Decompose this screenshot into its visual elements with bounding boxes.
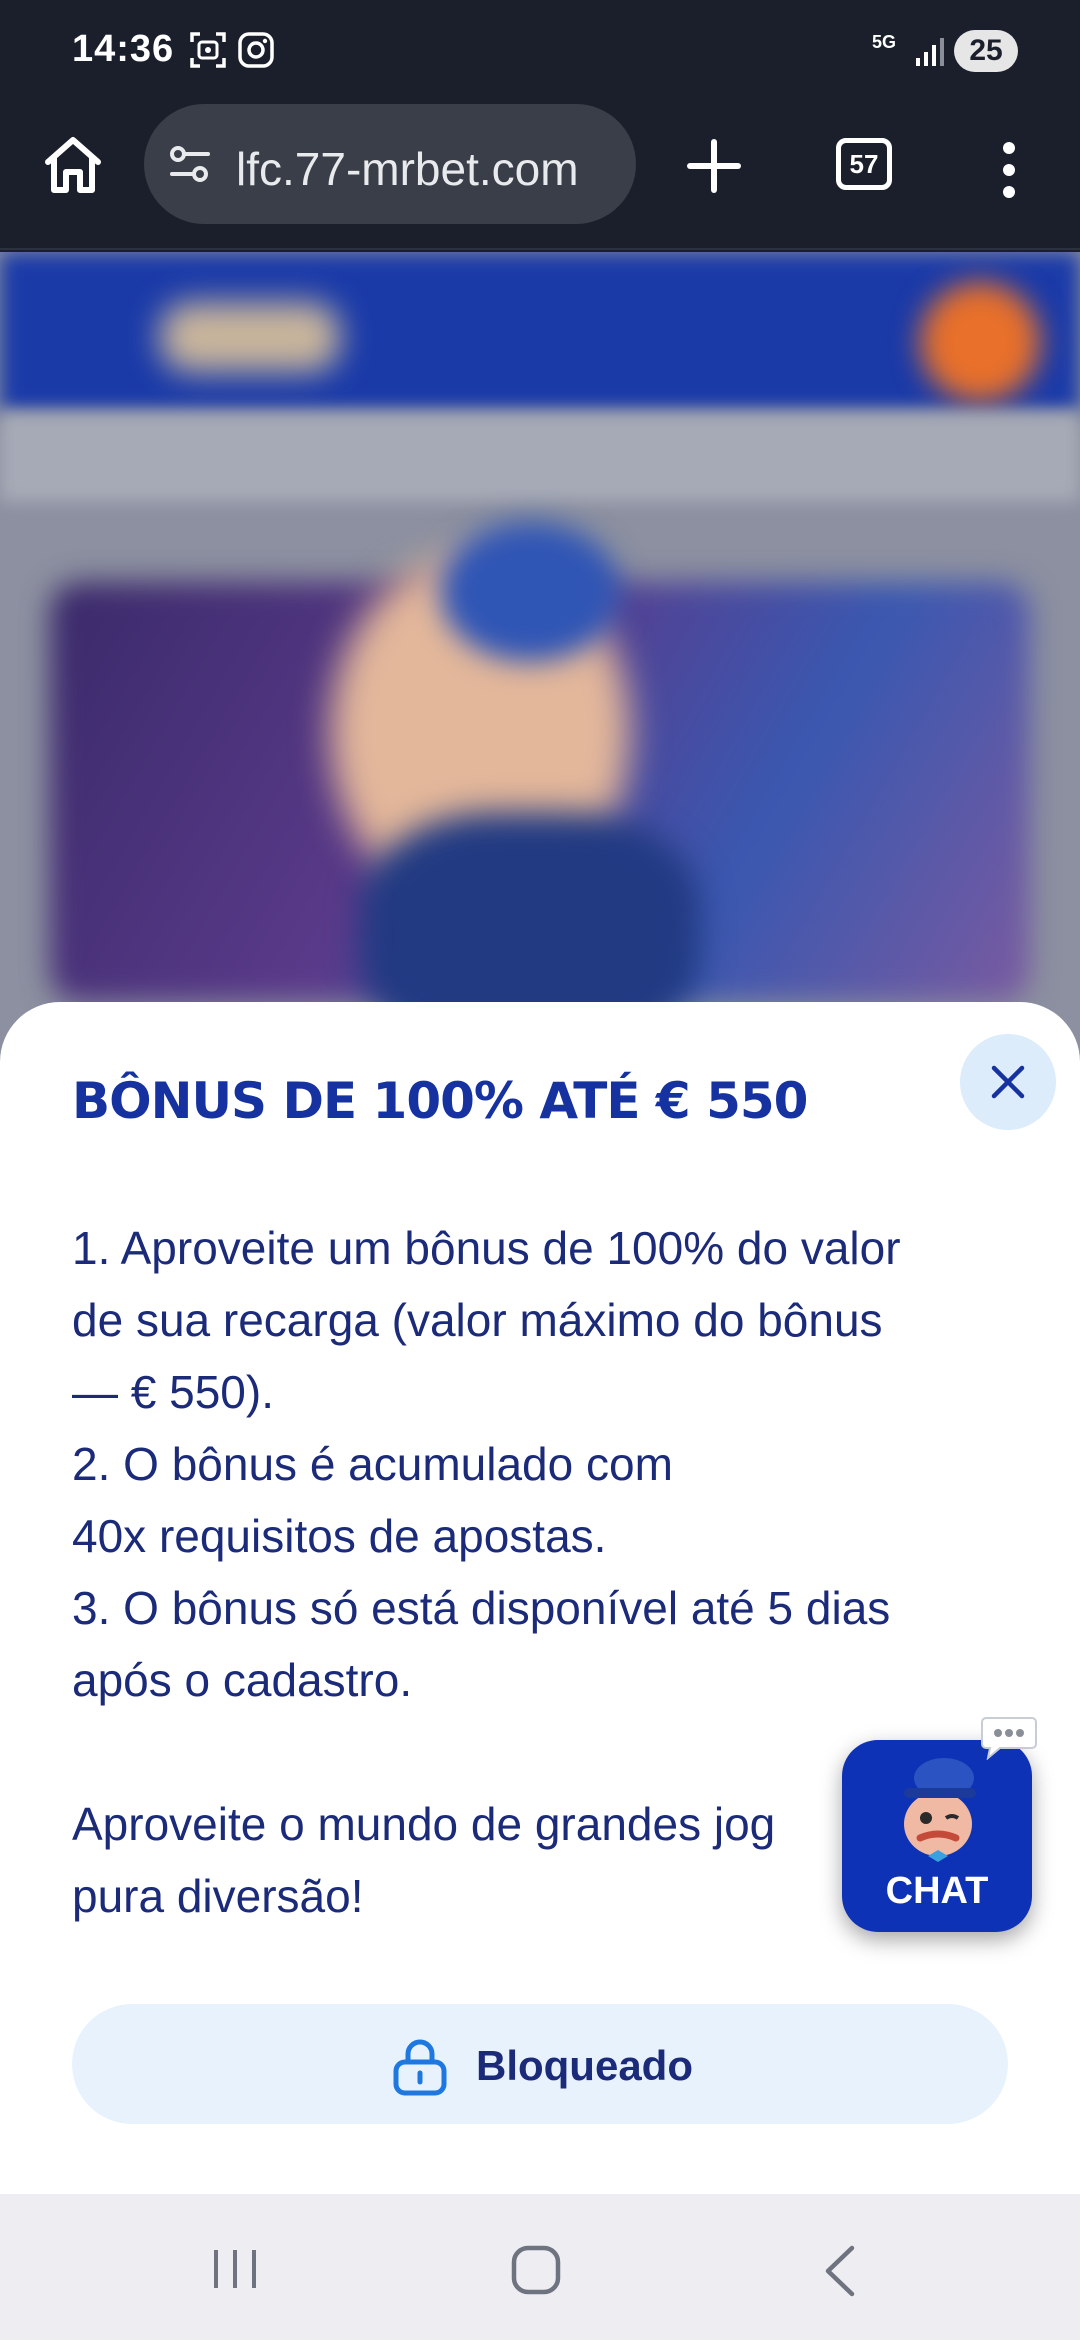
back-icon[interactable]: [820, 2244, 860, 2298]
tab-switcher-button[interactable]: 57: [836, 138, 892, 190]
home-icon[interactable]: [38, 130, 108, 200]
bonus-sheet: BÔNUS DE 100% ATÉ € 550 1. Aproveite um …: [0, 1002, 1080, 2194]
bonus-line: 3. O bônus só está disponível até 5 dias: [72, 1582, 891, 1634]
home-nav-icon[interactable]: [510, 2244, 562, 2296]
status-time: 14:36: [72, 28, 175, 70]
bonus-line: 40x requisitos de apostas.: [72, 1510, 607, 1562]
mascot-icon: [904, 1758, 976, 1862]
banner-mascot-hat: [440, 522, 620, 662]
bonus-title: BÔNUS DE 100% ATÉ € 550: [72, 1072, 808, 1130]
browser-toolbar: lfc.77-mrbet.com 57: [0, 100, 1080, 250]
site-settings-icon[interactable]: [168, 144, 212, 184]
bonus-line: — € 550).: [72, 1366, 274, 1418]
site-avatar: [920, 282, 1040, 402]
site-logo: [160, 302, 340, 372]
lock-icon: [393, 2039, 447, 2096]
chat-label: CHAT: [885, 1870, 989, 1912]
bonus-line: 1. Aproveite um bônus de 100% do valor: [72, 1222, 901, 1274]
locked-button[interactable]: Bloqueado: [72, 2004, 1008, 2124]
bonus-line: após o cadastro.: [72, 1654, 413, 1706]
locked-button-label: Bloqueado: [476, 2042, 693, 2089]
chat-button[interactable]: CHAT: [842, 1740, 1032, 1932]
system-nav-bar: [0, 2194, 1080, 2340]
screenshot-icon: [190, 32, 226, 68]
chat-bubble-icon: [981, 1717, 1037, 1760]
recent-apps-icon[interactable]: [210, 2246, 260, 2292]
url-text: lfc.77-mrbet.com: [236, 143, 579, 195]
instagram-icon: [238, 32, 274, 68]
battery-indicator: 25: [954, 30, 1018, 72]
close-button[interactable]: [960, 1034, 1056, 1130]
network-type: 5G: [872, 32, 897, 52]
site-subheader: [0, 412, 1080, 502]
bonus-line: 2. O bônus é acumulado com: [72, 1438, 673, 1490]
address-bar[interactable]: lfc.77-mrbet.com: [144, 104, 636, 224]
bonus-line: de sua recarga (valor máximo do bônus: [72, 1294, 883, 1346]
more-icon[interactable]: [990, 140, 1028, 200]
close-icon: [991, 1065, 1025, 1099]
new-tab-icon[interactable]: [684, 136, 744, 196]
signal-icon: [916, 38, 944, 66]
status-bar: 14:36 5G 25: [0, 0, 1080, 100]
